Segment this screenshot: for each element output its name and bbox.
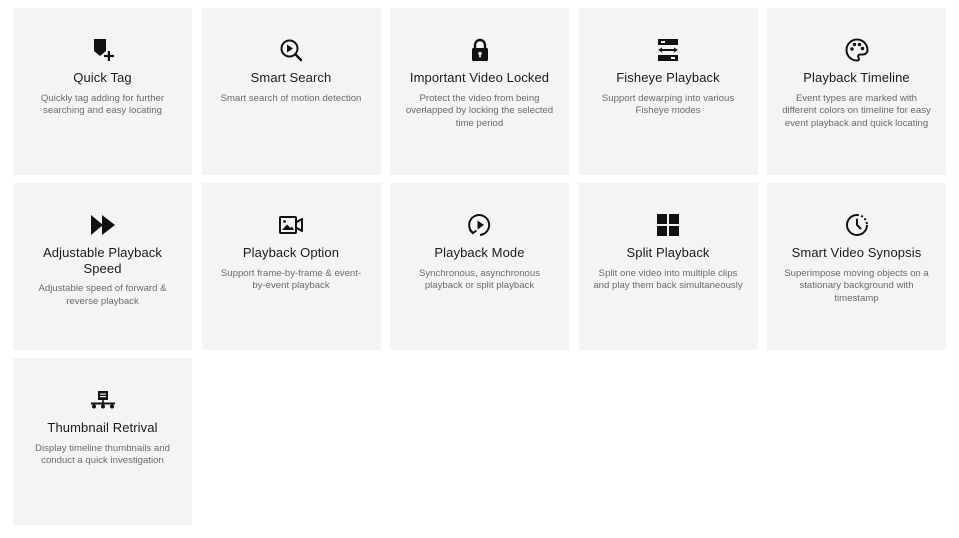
feature-title: Split Playback <box>626 245 710 260</box>
clock-dashed-icon <box>843 211 871 239</box>
palette-icon <box>843 36 871 64</box>
fast-forward-icon <box>89 211 117 239</box>
feature-card-important-video-locked: Important Video Locked Protect the video… <box>390 8 569 175</box>
feature-grid: Quick Tag Quickly tag adding for further… <box>13 8 946 525</box>
feature-card-quick-tag: Quick Tag Quickly tag adding for further… <box>13 8 192 175</box>
feature-description: Split one video into multiple clips and … <box>593 267 743 292</box>
feature-description: Display timeline thumbnails and conduct … <box>35 442 170 467</box>
feature-card-playback-option: Playback Option Support frame-by-frame &… <box>201 183 381 350</box>
video-camera-icon <box>277 211 305 239</box>
feature-title: Smart Video Synopsis <box>791 245 922 260</box>
feature-description: Quickly tag adding for further searching… <box>40 92 165 117</box>
tag-add-icon <box>89 36 117 64</box>
search-play-icon <box>277 36 305 64</box>
feature-description: Smart search of motion detection <box>220 92 362 104</box>
feature-card-playback-mode: Playback Mode Synchronous, asynchronous … <box>390 183 569 350</box>
lock-icon <box>466 36 494 64</box>
feature-card-split-playback: Split Playback Split one video into mult… <box>578 183 758 350</box>
feature-title: Adjustable Playback Speed <box>43 245 162 276</box>
fisheye-arrows-icon <box>654 36 682 64</box>
feature-card-fisheye-playback: Fisheye Playback Support dewarping into … <box>578 8 758 175</box>
feature-description: Protect the video from being overlapped … <box>405 92 554 130</box>
feature-title: Quick Tag <box>73 70 132 85</box>
feature-title: Fisheye Playback <box>616 70 720 85</box>
feature-description: Superimpose moving objects on a stationa… <box>784 267 929 305</box>
feature-description: Event types are marked with different co… <box>782 92 931 130</box>
feature-title: Playback Mode <box>434 245 525 260</box>
feature-card-smart-video-synopsis: Smart Video Synopsis Superimpose moving … <box>767 183 946 350</box>
feature-card-thumbnail-retrival: Thumbnail Retrival Display timeline thum… <box>13 358 192 525</box>
feature-title: Smart Search <box>250 70 332 85</box>
feature-card-adjustable-playback-speed: Adjustable Playback Speed Adjustable spe… <box>13 183 192 350</box>
thumbnail-timeline-icon <box>89 386 117 414</box>
feature-description: Support dewarping into various Fisheye m… <box>601 92 735 117</box>
feature-title: Thumbnail Retrival <box>47 420 158 435</box>
feature-description: Support frame-by-frame & event-by-event … <box>220 267 362 292</box>
grid-split-icon <box>654 211 682 239</box>
feature-title: Playback Timeline <box>803 70 910 85</box>
feature-card-smart-search: Smart Search Smart search of motion dete… <box>201 8 381 175</box>
feature-title: Important Video Locked <box>409 70 550 85</box>
feature-title: Playback Option <box>242 245 340 260</box>
feature-description: Synchronous, asynchronous playback or sp… <box>418 267 541 292</box>
feature-card-playback-timeline: Playback Timeline Event types are marked… <box>767 8 946 175</box>
play-circle-icon <box>466 211 494 239</box>
feature-description: Adjustable speed of forward & reverse pl… <box>38 283 167 307</box>
